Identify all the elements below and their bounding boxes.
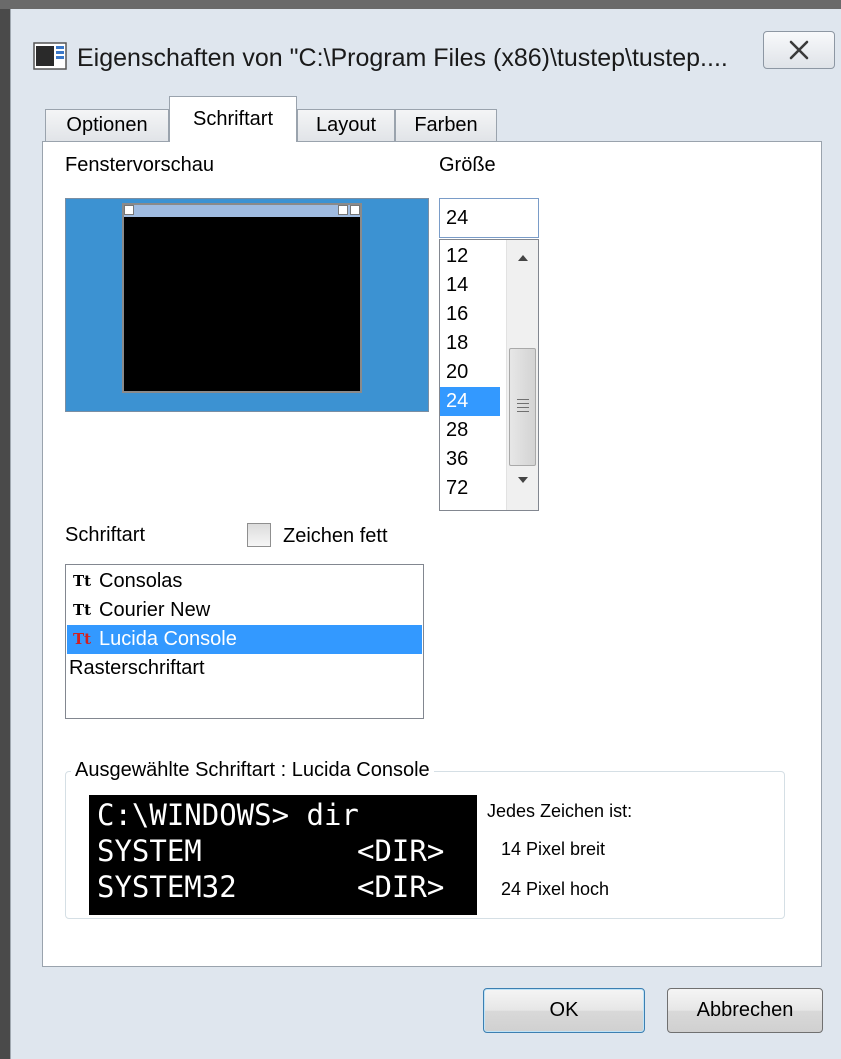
truetype-icon: Tt xyxy=(73,572,92,590)
font-sample: C:\WINDOWS> dir SYSTEM <DIR> SYSTEM32 <DIR… xyxy=(89,795,477,915)
char-width-text: 14 Pixel breit xyxy=(501,839,606,859)
console-app-icon xyxy=(33,42,67,70)
close-button[interactable] xyxy=(763,31,835,69)
size-input[interactable] xyxy=(439,198,539,238)
sample-line: SYSTEM32 <DIR> xyxy=(97,870,445,904)
tab-farben[interactable]: Farben xyxy=(395,109,497,141)
preview-min-icon xyxy=(338,205,348,215)
preview-label: Fenstervorschau xyxy=(65,154,214,176)
preview-console xyxy=(122,203,362,393)
window-title: Eigenschaften von "C:\Program Files (x86… xyxy=(77,44,728,72)
list-item[interactable]: Rasterschriftart xyxy=(67,654,424,683)
properties-dialog: Eigenschaften von "C:\Program Files (x86… xyxy=(10,9,841,1059)
cancel-button[interactable]: Abbrechen xyxy=(667,988,823,1033)
window-preview xyxy=(65,198,429,412)
close-icon xyxy=(789,40,809,60)
preview-close-icon xyxy=(350,205,360,215)
tab-schriftart[interactable]: Schriftart xyxy=(169,96,297,142)
list-item[interactable]: Tt Consolas xyxy=(67,567,422,596)
tab-layout[interactable]: Layout xyxy=(297,109,395,141)
list-item-selected[interactable]: Tt Lucida Console xyxy=(67,625,422,654)
tab-optionen[interactable]: Optionen xyxy=(45,109,169,141)
selected-font-title: Ausgewählte Schriftart : Lucida Console xyxy=(71,759,434,782)
preview-system-icon xyxy=(124,205,134,215)
font-label: Schriftart xyxy=(65,524,146,546)
size-option-12[interactable]: 12 xyxy=(440,242,500,271)
scroll-up-icon[interactable] xyxy=(517,254,529,262)
sample-line: C:\WINDOWS> dir xyxy=(97,798,359,832)
truetype-icon: Tt xyxy=(73,630,92,648)
title-bar[interactable]: Eigenschaften von "C:\Program Files (x86… xyxy=(11,9,841,105)
char-info-heading: Jedes Zeichen ist: xyxy=(487,801,633,821)
char-height-text: 24 Pixel hoch xyxy=(501,879,610,899)
size-list[interactable]: 12 14 16 18 20 24 28 36 72 xyxy=(439,239,539,511)
size-option-28[interactable]: 28 xyxy=(440,416,500,445)
size-option-36[interactable]: 36 xyxy=(440,445,500,474)
grip-icon xyxy=(517,399,529,415)
bold-checkbox[interactable] xyxy=(247,523,271,547)
size-option-18[interactable]: 18 xyxy=(440,329,500,358)
size-option-72[interactable]: 72 xyxy=(440,474,500,503)
list-item[interactable]: Tt Courier New xyxy=(67,596,422,625)
truetype-icon: Tt xyxy=(73,601,92,619)
scroll-thumb[interactable] xyxy=(509,348,536,466)
size-option-24[interactable]: 24 xyxy=(440,387,500,416)
size-label: Größe xyxy=(439,154,496,176)
preview-titlebar xyxy=(124,205,360,217)
background-edge xyxy=(0,0,10,1059)
sample-line: SYSTEM <DIR> xyxy=(97,834,445,868)
ok-button[interactable]: OK xyxy=(483,988,645,1033)
size-scrollbar[interactable] xyxy=(506,240,538,510)
background-edge-top xyxy=(0,0,841,9)
bold-label[interactable]: Zeichen fett xyxy=(283,525,388,548)
scroll-down-icon[interactable] xyxy=(517,476,529,484)
size-option-16[interactable]: 16 xyxy=(440,300,500,329)
font-list[interactable]: Tt Consolas Tt Courier New Tt Lucida Consol… xyxy=(65,564,424,719)
size-option-20[interactable]: 20 xyxy=(440,358,500,387)
size-option-14[interactable]: 14 xyxy=(440,271,500,300)
